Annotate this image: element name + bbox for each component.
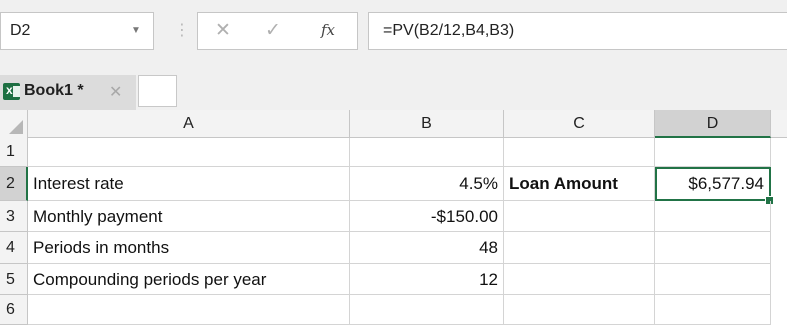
cell-b5[interactable]: 12 (350, 264, 504, 295)
name-box-value[interactable]: D2 (10, 22, 30, 40)
splitter-handle[interactable]: ⋮ (174, 20, 190, 40)
cell-b1[interactable] (350, 138, 504, 167)
cell-b6[interactable] (350, 295, 504, 325)
row-header-6[interactable]: 6 (0, 295, 28, 325)
formula-bar: D2 ▼ ⋮ ✕ ✓ fx =PV(B2/12,B4,B3) (0, 0, 787, 65)
workbook-tab-label: Book1 * (24, 82, 84, 99)
cell-c2[interactable]: Loan Amount (504, 167, 655, 201)
cell-c4[interactable] (504, 232, 655, 264)
cell-c6[interactable] (504, 295, 655, 325)
cell-a3[interactable]: Monthly payment (28, 201, 350, 232)
workbook-tab[interactable]: Book1 * ✕ (0, 75, 136, 110)
row-header-2[interactable]: 2 (0, 167, 28, 201)
formula-text[interactable]: =PV(B2/12,B4,B3) (383, 22, 514, 40)
cell-a4[interactable]: Periods in months (28, 232, 350, 264)
cell-d4[interactable] (655, 232, 771, 264)
row-header-5[interactable]: 5 (0, 264, 28, 295)
cell-c3[interactable] (504, 201, 655, 232)
cell-d5[interactable] (655, 264, 771, 295)
column-header-d[interactable]: D (655, 110, 771, 138)
column-header-a[interactable]: A (28, 110, 350, 138)
cell-d6[interactable] (655, 295, 771, 325)
workbook-tab-strip: Book1 * ✕ (0, 65, 787, 110)
cancel-icon[interactable]: ✕ (215, 19, 231, 42)
formula-buttons: ✕ ✓ fx (197, 12, 358, 50)
column-header-b[interactable]: B (350, 110, 504, 138)
cell-b4[interactable]: 48 (350, 232, 504, 264)
formula-input[interactable]: =PV(B2/12,B4,B3) (368, 12, 787, 50)
cell-b3[interactable]: -$150.00 (350, 201, 504, 232)
cell-a6[interactable] (28, 295, 350, 325)
row-header-1[interactable]: 1 (0, 138, 28, 167)
cell-a2[interactable]: Interest rate (28, 167, 350, 201)
select-all-button[interactable] (0, 110, 28, 138)
cell-d1[interactable] (655, 138, 771, 167)
cell-a1[interactable] (28, 138, 350, 167)
select-all-triangle-icon (9, 120, 23, 134)
cell-d3[interactable] (655, 201, 771, 232)
close-icon[interactable]: ✕ (109, 82, 122, 102)
worksheet-grid: A B C D 1 2 Interest rate 4.5% Loan Amou… (0, 110, 787, 325)
row-header-4[interactable]: 4 (0, 232, 28, 264)
cell-a5[interactable]: Compounding periods per year (28, 264, 350, 295)
cell-b2[interactable]: 4.5% (350, 167, 504, 201)
column-header-c[interactable]: C (504, 110, 655, 138)
chevron-down-icon[interactable]: ▼ (131, 25, 141, 36)
cell-d2-active[interactable]: $6,577.94 (655, 167, 771, 201)
new-workbook-tab[interactable] (138, 75, 177, 107)
cell-c1[interactable] (504, 138, 655, 167)
cell-c5[interactable] (504, 264, 655, 295)
column-header-row: A B C D (0, 110, 787, 138)
enter-icon[interactable]: ✓ (265, 19, 281, 42)
name-box[interactable]: D2 ▼ (0, 12, 154, 50)
row-header-3[interactable]: 3 (0, 201, 28, 232)
excel-icon (3, 83, 20, 100)
insert-function-icon[interactable]: fx (321, 21, 335, 39)
